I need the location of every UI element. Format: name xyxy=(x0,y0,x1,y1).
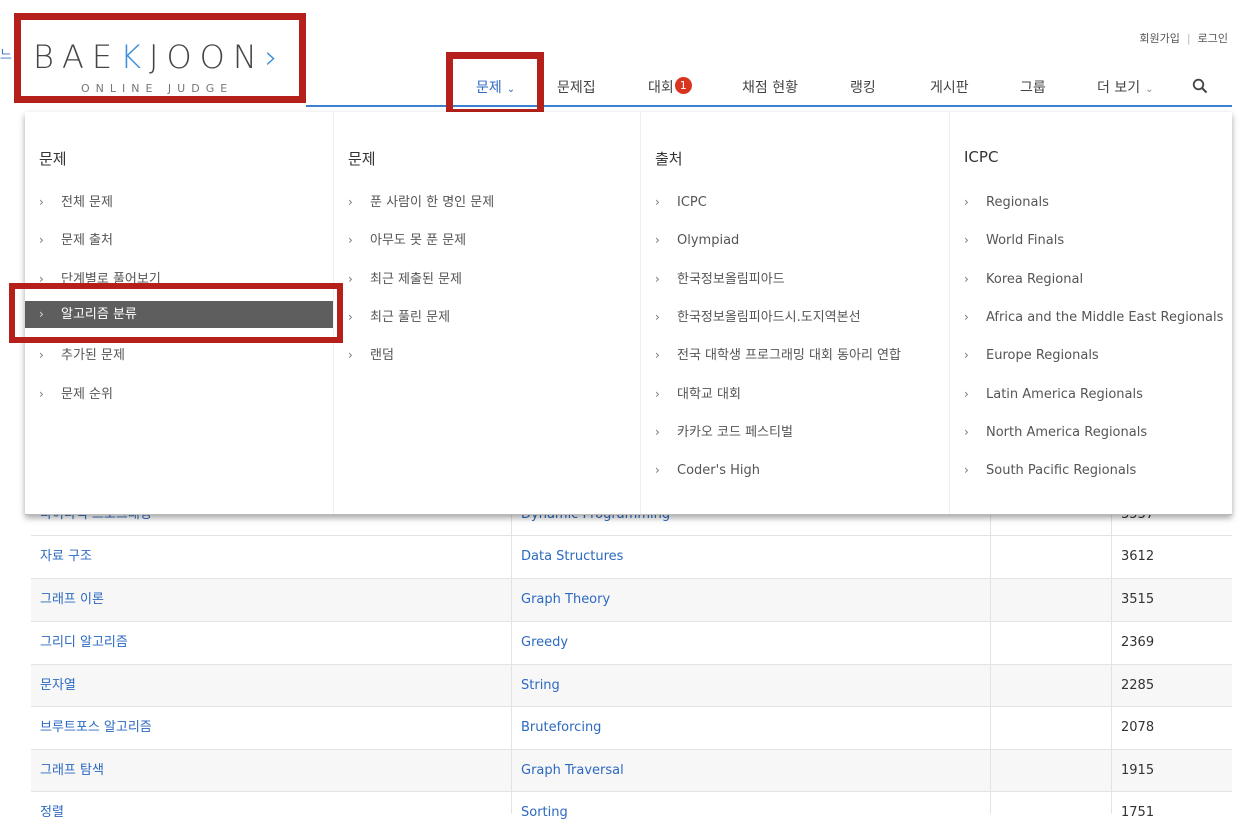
nav-status[interactable]: 채점 현황 xyxy=(742,77,798,97)
chevron-right-icon: › xyxy=(655,463,660,477)
table-row[interactable]: 그리디 알고리즘 Greedy 2369 xyxy=(31,621,1232,664)
chevron-right-icon: › xyxy=(964,272,969,286)
menu-item[interactable]: › 한국정보올림피아드시.도지역본선 xyxy=(641,303,950,331)
menu-item[interactable]: › Regionals xyxy=(950,188,1233,216)
column-title: 출처 xyxy=(655,150,683,168)
chevron-right-icon: › xyxy=(348,348,353,362)
menu-item[interactable]: › North America Regionals xyxy=(950,418,1233,446)
menu-item-all-problems[interactable]: › 전체 문제 xyxy=(25,188,333,216)
menu-item[interactable]: › 최근 제출된 문제 xyxy=(334,265,641,293)
chevron-right-icon: › xyxy=(39,387,44,401)
nav-group[interactable]: 그룹 xyxy=(1020,77,1046,97)
dropdown-column-problems-2: 문제 › 푼 사람이 한 명인 문제 › 아무도 못 푼 문제 › 최근 제출된 문제… xyxy=(333,112,641,514)
top-links: 회원가입 | 로그인 xyxy=(1139,30,1228,46)
chevron-right-icon: › xyxy=(655,272,660,286)
signup-link[interactable]: 회원가입 xyxy=(1139,32,1179,45)
menu-item[interactable]: › Olympiad xyxy=(641,226,950,254)
top-links-separator: | xyxy=(1186,32,1191,45)
chevron-right-icon: › xyxy=(655,425,660,439)
menu-item[interactable]: › Korea Regional xyxy=(950,265,1233,293)
menu-item[interactable]: › 푼 사람이 한 명인 문제 xyxy=(334,188,641,216)
chevron-right-icon: › xyxy=(39,195,44,209)
chevron-right-icon: › xyxy=(964,463,969,477)
chevron-right-icon: › xyxy=(655,195,660,209)
nav-workbook[interactable]: 문제집 xyxy=(557,77,596,97)
chevron-right-icon: › xyxy=(655,310,660,324)
menu-item-problem-ranking[interactable]: › 문제 순위 xyxy=(25,380,333,408)
chevron-right-icon: › xyxy=(964,348,969,362)
column-title: 문제 xyxy=(348,150,376,168)
nav-more[interactable]: 더 보기 ⌄ xyxy=(1097,77,1153,97)
nav-board[interactable]: 게시판 xyxy=(930,77,969,97)
menu-item[interactable]: › Africa and the Middle East Regionals xyxy=(950,303,1233,331)
column-title: ICPC xyxy=(964,148,999,166)
chevron-right-icon: › xyxy=(964,425,969,439)
menu-item[interactable]: › ICPC xyxy=(641,188,950,216)
chevron-right-icon: › xyxy=(964,195,969,209)
contest-badge: 1 xyxy=(674,77,692,94)
menu-item-problem-sources[interactable]: › 문제 출처 xyxy=(25,226,333,254)
highlight-box-algorithm-tags xyxy=(9,283,343,343)
menu-item-added-problems[interactable]: › 추가된 문제 xyxy=(25,341,333,369)
menu-item[interactable]: › 아무도 못 푼 문제 xyxy=(334,226,641,254)
chevron-right-icon: › xyxy=(655,233,660,247)
highlight-box-nav xyxy=(446,52,544,116)
dropdown-column-icpc: ICPC › Regionals › World Finals › Korea Reg… xyxy=(949,112,1233,514)
menu-item[interactable]: › 랜덤 xyxy=(334,341,641,369)
chevron-right-icon: › xyxy=(39,233,44,247)
menu-item[interactable]: › 최근 풀린 문제 xyxy=(334,303,641,331)
table-divider xyxy=(1111,514,1112,814)
chevron-down-icon: ⌄ xyxy=(1145,84,1154,95)
nav-underline xyxy=(306,105,1232,107)
dropdown-column-sources: 출처 › ICPC › Olympiad › 한국정보올림피아드 › 한국정보올림피아드… xyxy=(640,112,950,514)
chevron-right-icon: › xyxy=(655,348,660,362)
table-row[interactable]: 그래프 탐색 Graph Traversal 1915 xyxy=(31,749,1232,792)
chevron-right-icon: › xyxy=(964,387,969,401)
chevron-right-icon: › xyxy=(39,348,44,362)
menu-item[interactable]: › World Finals xyxy=(950,226,1233,254)
menu-item[interactable]: › Latin America Regionals xyxy=(950,380,1233,408)
menu-item[interactable]: › 대학교 대회 xyxy=(641,380,950,408)
menu-item[interactable]: › 전국 대학생 프로그래밍 대회 동아리 연합 xyxy=(641,341,950,369)
table-divider xyxy=(511,514,512,814)
menu-item[interactable]: › South Pacific Regionals xyxy=(950,456,1233,484)
main-nav: 문제 ⌄ 문제집 대회 1 채점 현황 랭킹 게시판 그룹 더 보기 ⌄ xyxy=(0,60,1256,110)
menu-item[interactable]: › Europe Regionals xyxy=(950,341,1233,369)
login-link[interactable]: 로그인 xyxy=(1198,32,1228,45)
table-row[interactable]: 자료 구조 Data Structures 3612 xyxy=(31,535,1232,578)
table-row[interactable]: 정렬 Sorting 1751 xyxy=(31,791,1232,834)
nav-ranking[interactable]: 랭킹 xyxy=(850,77,876,97)
table-divider xyxy=(990,514,991,814)
chevron-right-icon: › xyxy=(964,310,969,324)
nav-contest[interactable]: 대회 1 xyxy=(648,77,692,97)
chevron-right-icon: › xyxy=(348,233,353,247)
menu-item[interactable]: › 카카오 코드 페스티벌 xyxy=(641,418,950,446)
chevron-right-icon: › xyxy=(348,195,353,209)
table-row[interactable]: 그래프 이론 Graph Theory 3515 xyxy=(31,578,1232,621)
table-row[interactable]: 문자열 String 2285 xyxy=(31,664,1232,707)
search-icon[interactable] xyxy=(1192,78,1208,94)
column-title: 문제 xyxy=(39,150,67,168)
menu-item[interactable]: › Coder's High xyxy=(641,456,950,484)
table-row[interactable]: 브루트포스 알고리즘 Bruteforcing 2078 xyxy=(31,706,1232,749)
chevron-right-icon: › xyxy=(964,233,969,247)
chevron-right-icon: › xyxy=(655,387,660,401)
menu-item[interactable]: › 한국정보올림피아드 xyxy=(641,265,950,293)
